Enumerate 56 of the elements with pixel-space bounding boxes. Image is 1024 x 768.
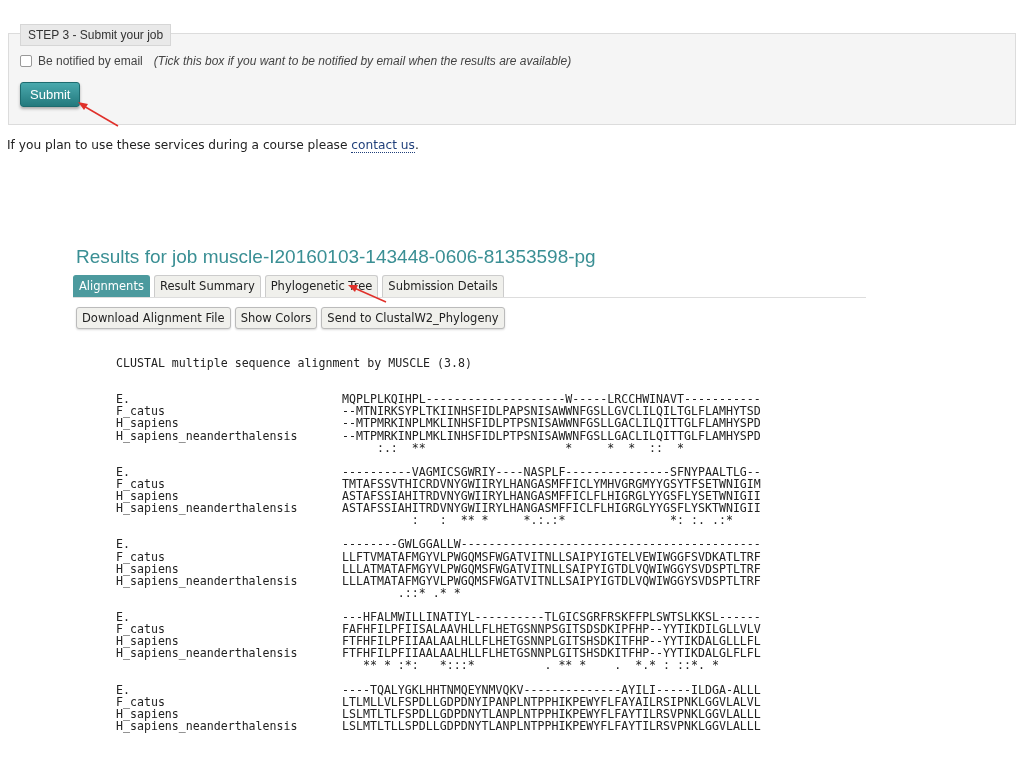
sequence-name: H_sapiens_neanderthalensis — [116, 429, 299, 442]
consensus-line: .::* .* * — [397, 586, 461, 599]
sequence: --MTNIRKSYPLTKIINHSFIDLPAPSNISAWWNFGSLLGVCLILQILTGLFLAMHYTSD — [342, 405, 761, 418]
sequence: ASTAFSSIAHITRDVNYGWIIRYLHANGASMFFICLFLHIGRGLYYGSFLYSETWNIGII — [342, 490, 761, 503]
sequence-name: F_catus — [116, 550, 166, 563]
alignment-header: CLUSTAL multiple sequence alignment by MUSCLE (3.8) — [116, 357, 472, 370]
course-note: If you plan to use these services during a course please contact us. — [7, 138, 420, 152]
sequence: LLFTVMATAFMGYVLPWGQMSFWGATVITNLLSAIPYIGTELVEWIWGGFSVDKATLTRF — [342, 550, 761, 563]
sequence: LSLMTLTLFSPDLLGDPDNYTLANPLNTPPHIKPEWYFLFAYTILRSVPNKLGGVLALLL — [342, 707, 761, 720]
sequence: LSLMTLTLLSPDLLGDPDNYTLANPLNTPPHIKPEWYFLFAYTILRSVPNKLGGVLALLL — [342, 719, 761, 732]
sequence: FAFHFILPFIISALAAVHLLFLHETGSNNPSGITSDSDKIPFHP--YYTIKDILGLLVLV — [342, 623, 761, 636]
results-title: Results for job muscle-I20160103-143448-0606-81353598-pg — [76, 246, 597, 268]
sequence-name: E. — [116, 465, 131, 478]
action-button[interactable]: Show Colors — [234, 307, 318, 329]
sequence: MQPLPLKQIHPL--------------------W-----LRCCHWINAVT----------- — [342, 393, 761, 406]
action-button[interactable]: Download Alignment File — [76, 307, 231, 329]
sequence-name: H_sapiens — [116, 635, 179, 648]
sequence: ----------VAGMICSGWRIY----NASPLF---------------SFNYPAALTLG-- — [342, 465, 761, 478]
sequence: LTLMLLVLFSPDLLGDPDNYIPANPLNTPPHIKPEWYFLFAYAILRSIPNKLGGVLALVL — [342, 695, 761, 708]
sequence-name: F_catus — [116, 405, 165, 418]
sequence: --------GWLGGALLW------------------------------------------- — [342, 538, 761, 551]
sequence: ----TQALYGKLHHTNMQEYNMVQKV--------------AYILI-----ILDGA-ALLL — [342, 683, 761, 696]
sequence-name: H_sapiens — [116, 490, 179, 503]
notify-hint: (Tick this box if you want to be notified by email when the results are available) — [153, 54, 572, 68]
submit-button[interactable]: Submit — [20, 82, 81, 107]
sequence: LLLATMATAFMGYVLPWGQMSFWGATVITNLLSAIPYIGTDLVQWIWGGYSVDSPTLTRF — [342, 574, 761, 587]
sequence-name: F_catus — [116, 695, 166, 708]
sequence-name: H_sapiens_neanderthalensis — [116, 647, 299, 660]
sequence-name: F_catus — [116, 477, 166, 491]
sequence-name: H_sapiens — [116, 562, 180, 575]
tab[interactable]: Submission Details — [382, 275, 504, 297]
sequence-name: H_sapiens — [116, 707, 180, 720]
contact-link[interactable]: contact us — [351, 138, 415, 153]
step-legend: STEP 3 - Submit your job — [20, 24, 172, 46]
consensus-line: ** * :*: *:::* . ** * . *.* : ::*. * — [361, 659, 719, 672]
consensus-line: :.: ** * * * :: * — [376, 441, 685, 454]
sequence: FTFHFILPFIIAALAALHLLFLHETGSNNPLGITSHSDKITFHP--YYTIKDALGLFLFL — [342, 647, 761, 660]
notify-label: Be notified by email — [38, 54, 143, 68]
tab[interactable]: Result Summary — [153, 275, 261, 297]
sequence-name: F_catus — [116, 623, 165, 636]
sequence: ---HFALMWILLINATIYL----------TLGICSGRFRSKFFPLSWTSLKKSL------ — [342, 610, 761, 624]
sequence-name: E. — [116, 610, 131, 624]
action-button[interactable]: Send to ClustalW2_Phylogeny — [321, 307, 505, 329]
sequence: FTFHFILPFIIAALAALHLLFLHETGSNNPLGITSHSDKITFHP--YYTIKDALGLLLFL — [342, 635, 761, 648]
sequence-name: E. — [116, 538, 131, 551]
sequence-name: E. — [116, 683, 131, 696]
sequence-name: H_sapiens — [116, 417, 180, 430]
sequence-name: E. — [116, 393, 130, 406]
sequence: --MTPMRKINPLMKLINHSFIDLPTPSNISAWWNFGSLLGACLILQITTGLFLAMHYSPD — [342, 417, 761, 430]
sequence: TMTAFSSVTHICRDVNYGWIIRYLHANGASMFFICLYMHVGRGMYYGSYTFSETWNIGIM — [342, 477, 761, 491]
sequence: ASTAFSSIAHITRDVNYGWIIRYLHANGASMFFICLFLHIGRGLYYGSFLYSKTWNIGII — [342, 502, 761, 515]
sequence: --MTPMRKINPLMKLINHSFIDLPTPSNISAWWNFGSLLGACLILQITTGLFLAMHYSPD — [342, 429, 761, 442]
consensus-line: : : ** * *.:.:* *: :. .:* — [410, 514, 733, 527]
sequence-name: H_sapiens_neanderthalensis — [116, 502, 299, 515]
sequence: LLLATMATAFMGYVLPWGQMSFWGATVITNLLSAIPYIGTDLVQWIWGGYSVDSPTLTRF — [342, 562, 761, 575]
notify-checkbox[interactable] — [20, 55, 32, 67]
